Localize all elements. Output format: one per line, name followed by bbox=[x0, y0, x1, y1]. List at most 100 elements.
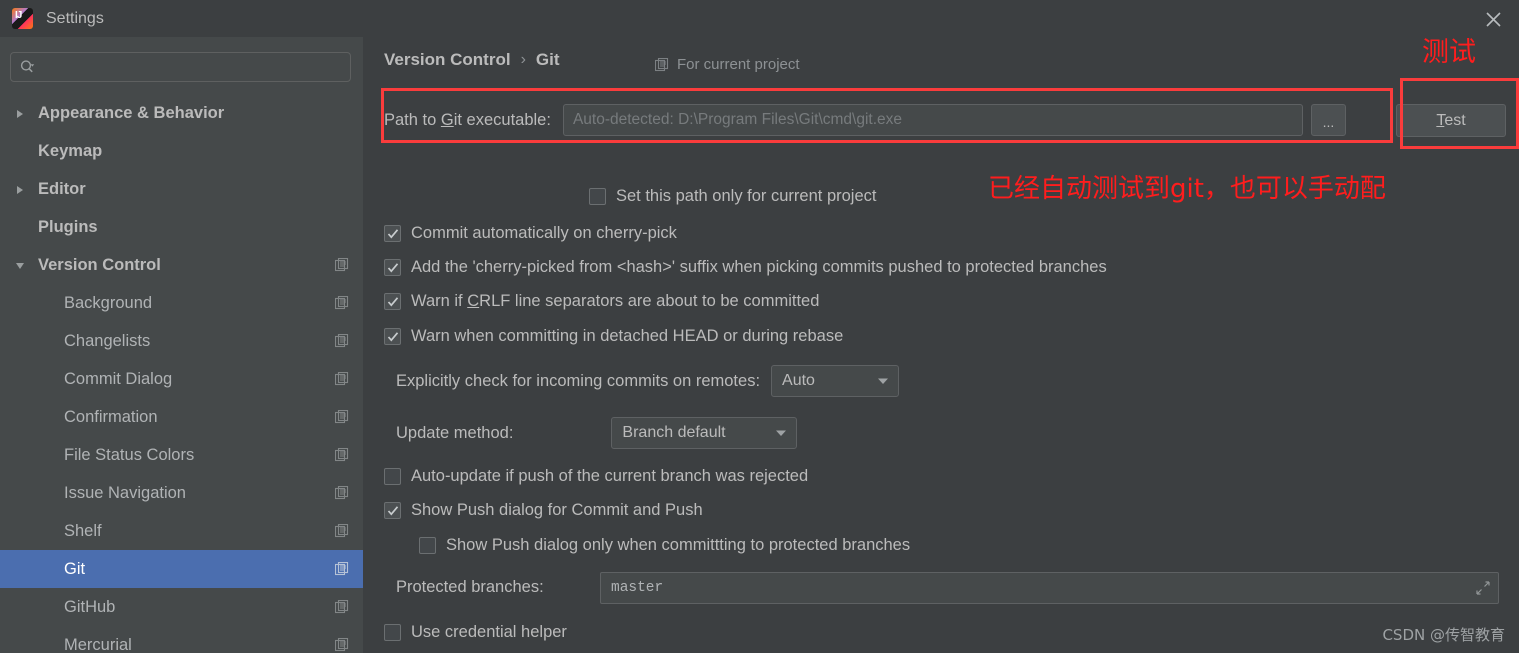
option-set-path-current-project[interactable]: Set this path only for current project bbox=[589, 187, 876, 206]
git-executable-row: Path to Git executable: Auto-detected: D… bbox=[384, 99, 1396, 141]
breadcrumb-current: Git bbox=[535, 50, 560, 69]
option-use-credential-helper[interactable]: Use credential helper bbox=[384, 623, 567, 642]
sidebar-item-label: GitHub bbox=[64, 597, 116, 616]
sidebar-item-label: Version Control bbox=[38, 255, 161, 274]
sidebar-item-changelists[interactable]: Changelists bbox=[0, 322, 363, 360]
search-box[interactable] bbox=[10, 52, 351, 82]
project-scope-icon bbox=[334, 257, 349, 272]
annotation-test: 测试 bbox=[1422, 37, 1476, 68]
chevron-right-icon bbox=[14, 183, 26, 195]
project-scope-icon bbox=[334, 485, 349, 500]
sidebar-item-label: Changelists bbox=[64, 331, 151, 350]
test-button-label: Test bbox=[1436, 111, 1466, 129]
sidebar-item-label: Confirmation bbox=[64, 407, 158, 426]
close-icon[interactable] bbox=[1475, 4, 1511, 34]
search-icon bbox=[19, 58, 39, 76]
project-scope-icon bbox=[334, 447, 349, 462]
project-scope-icon bbox=[334, 409, 349, 424]
project-scope-icon bbox=[334, 295, 349, 310]
update-method-dropdown[interactable]: Branch default bbox=[611, 417, 798, 449]
sidebar-item-label: Shelf bbox=[64, 521, 102, 540]
project-scope-icon bbox=[334, 637, 349, 652]
option-label: Show Push dialog only when committting t… bbox=[446, 536, 911, 554]
intellij-logo-letters: IJ bbox=[15, 10, 22, 21]
incoming-commits-value: Auto bbox=[782, 372, 815, 389]
checkbox-auto-update-push-rejected[interactable] bbox=[384, 468, 401, 485]
sidebar-item-label: Commit Dialog bbox=[64, 369, 173, 388]
expand-icon[interactable] bbox=[1476, 581, 1490, 595]
sidebar-item-commit-dialog[interactable]: Commit Dialog bbox=[0, 360, 363, 398]
option-add-cherry-picked-suffix[interactable]: Add the 'cherry-picked from <hash>' suff… bbox=[384, 258, 1107, 277]
option-commit-auto-cherry-pick[interactable]: Commit automatically on cherry-pick bbox=[384, 224, 677, 243]
sidebar-item-shelf[interactable]: Shelf bbox=[0, 512, 363, 550]
option-label: Warn if CRLF line separators are about t… bbox=[411, 292, 820, 310]
sidebar-item-file-status-colors[interactable]: File Status Colors bbox=[0, 436, 363, 474]
sidebar-item-label: Mercurial bbox=[64, 635, 132, 653]
git-executable-input[interactable]: Auto-detected: D:\Program Files\Git\cmd\… bbox=[562, 104, 1303, 136]
sidebar-item-label: Background bbox=[64, 293, 153, 312]
sidebar-item-label: Issue Navigation bbox=[64, 483, 186, 502]
option-show-push-dialog[interactable]: Show Push dialog for Commit and Push bbox=[384, 501, 703, 520]
chevron-down-icon bbox=[766, 429, 796, 437]
checkbox-add-cherry-picked-suffix[interactable] bbox=[384, 259, 401, 276]
protected-branches-label-wrap: Protected branches: bbox=[396, 578, 544, 597]
sidebar-item-background[interactable]: Background bbox=[0, 284, 363, 322]
protected-branches-value: master bbox=[611, 580, 664, 596]
option-warn-crlf[interactable]: Warn if CRLF line separators are about t… bbox=[384, 292, 819, 311]
checkbox-set-path-current-project[interactable] bbox=[589, 188, 606, 205]
option-label: Set this path only for current project bbox=[616, 187, 877, 205]
browse-button[interactable]: ... bbox=[1310, 104, 1346, 136]
protected-branches-input[interactable]: master bbox=[600, 572, 1499, 604]
breadcrumb-parent[interactable]: Version Control bbox=[384, 50, 511, 70]
scope-note-label: For current project bbox=[677, 56, 800, 73]
option-label: Commit automatically on cherry-pick bbox=[411, 224, 677, 242]
title-bar: IJ Settings bbox=[0, 0, 1519, 37]
sidebar-item-issue-navigation[interactable]: Issue Navigation bbox=[0, 474, 363, 512]
project-scope-icon bbox=[334, 561, 349, 576]
option-label: Use credential helper bbox=[411, 623, 567, 641]
search-input[interactable] bbox=[39, 59, 350, 75]
intellij-logo-icon: IJ bbox=[12, 8, 33, 29]
sidebar-item-appearance-behavior[interactable]: Appearance & Behavior bbox=[0, 94, 363, 132]
sidebar-item-plugins[interactable]: Plugins bbox=[0, 208, 363, 246]
update-method-label: Update method: bbox=[396, 423, 514, 442]
option-label: Auto-update if push of the current branc… bbox=[411, 467, 809, 485]
sidebar-item-label: Editor bbox=[38, 179, 86, 198]
option-show-push-dialog-protected[interactable]: Show Push dialog only when committting t… bbox=[419, 536, 910, 555]
sidebar-item-label: Keymap bbox=[38, 141, 103, 160]
checkbox-warn-crlf[interactable] bbox=[384, 293, 401, 310]
sidebar-item-mercurial[interactable]: Mercurial bbox=[0, 626, 363, 653]
project-scope-icon bbox=[654, 57, 669, 72]
sidebar-item-git[interactable]: Git bbox=[0, 550, 363, 588]
chevron-down-icon bbox=[14, 259, 26, 271]
project-scope-icon bbox=[334, 333, 349, 348]
breadcrumb-separator-icon: › bbox=[520, 51, 526, 68]
test-button[interactable]: Test bbox=[1396, 104, 1506, 137]
sidebar-item-label: Appearance & Behavior bbox=[38, 103, 225, 122]
settings-tree: Appearance & Behavior Keymap Editor Plug… bbox=[0, 94, 363, 653]
option-label: Warn when committing in detached HEAD or… bbox=[411, 327, 844, 345]
option-warn-detached-head[interactable]: Warn when committing in detached HEAD or… bbox=[384, 327, 843, 346]
sidebar-item-github[interactable]: GitHub bbox=[0, 588, 363, 626]
settings-main-panel: Version Control › Git For current projec… bbox=[363, 37, 1519, 653]
checkbox-use-credential-helper[interactable] bbox=[384, 624, 401, 641]
sidebar-item-label: Git bbox=[64, 559, 86, 578]
checkbox-warn-detached-head[interactable] bbox=[384, 328, 401, 345]
checkbox-commit-auto-cherry-pick[interactable] bbox=[384, 225, 401, 242]
sidebar-item-confirmation[interactable]: Confirmation bbox=[0, 398, 363, 436]
checkbox-show-push-dialog-protected[interactable] bbox=[419, 537, 436, 554]
checkbox-show-push-dialog[interactable] bbox=[384, 502, 401, 519]
sidebar-item-keymap[interactable]: Keymap bbox=[0, 132, 363, 170]
option-label: Add the 'cherry-picked from <hash>' suff… bbox=[411, 258, 1107, 276]
incoming-commits-label: Explicitly check for incoming commits on… bbox=[396, 371, 761, 390]
git-executable-placeholder: Auto-detected: D:\Program Files\Git\cmd\… bbox=[572, 111, 903, 128]
option-auto-update-push-rejected[interactable]: Auto-update if push of the current branc… bbox=[384, 467, 808, 486]
option-label: Show Push dialog for Commit and Push bbox=[411, 501, 703, 519]
project-scope-icon bbox=[334, 371, 349, 386]
breadcrumb: Version Control › Git bbox=[384, 50, 560, 70]
sidebar-item-version-control[interactable]: Version Control bbox=[0, 246, 363, 284]
sidebar-item-editor[interactable]: Editor bbox=[0, 170, 363, 208]
update-method-value: Branch default bbox=[622, 424, 726, 441]
sidebar-item-label: File Status Colors bbox=[64, 445, 195, 464]
incoming-commits-dropdown[interactable]: Auto bbox=[771, 365, 900, 397]
